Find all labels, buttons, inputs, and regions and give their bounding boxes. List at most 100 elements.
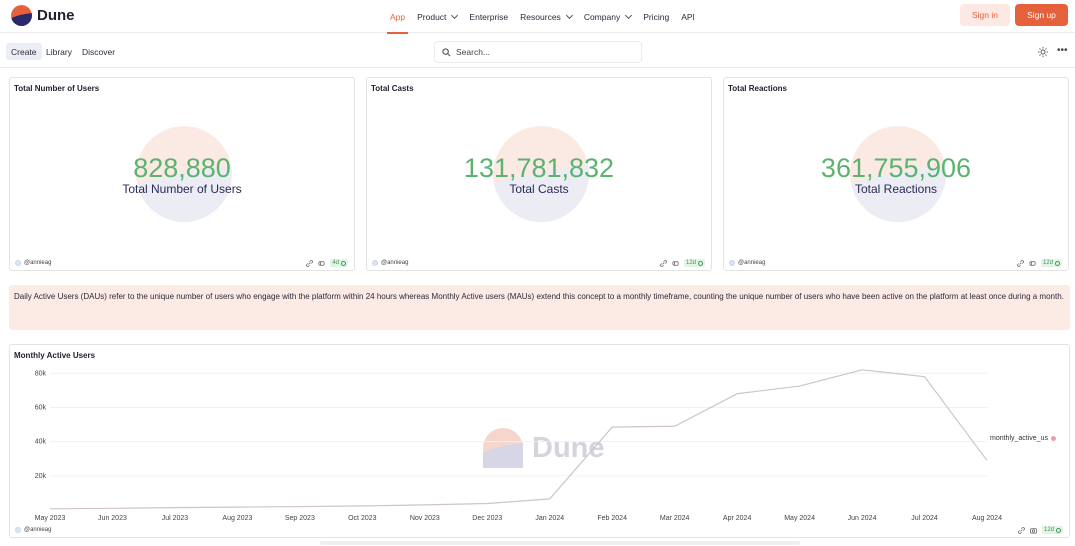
- link-icon[interactable]: [660, 259, 667, 267]
- card-title: Total Number of Users: [14, 84, 100, 93]
- main-nav: App Product Enterprise Resources Company Pric…: [386, 0, 695, 34]
- refresh-badge[interactable]: 12d: [1040, 259, 1062, 267]
- data-point[interactable]: [548, 497, 551, 500]
- counter-label: Total Number of Users: [122, 182, 242, 196]
- refresh-badge[interactable]: 4d: [330, 259, 348, 267]
- chart-legend[interactable]: monthly_active_us: [990, 435, 1056, 442]
- author[interactable]: @annieag: [15, 260, 51, 266]
- nav-item-enterprise[interactable]: Enterprise: [469, 0, 508, 33]
- data-point[interactable]: [611, 426, 614, 429]
- data-point[interactable]: [423, 503, 426, 506]
- card-meta: 12d: [1017, 259, 1062, 267]
- search-input[interactable]: [456, 47, 626, 57]
- database-icon[interactable]: [1029, 260, 1036, 267]
- data-point[interactable]: [798, 385, 801, 388]
- x-tick-label: Jun 2023: [98, 515, 127, 522]
- sub-navigation: Create Library Discover •••: [0, 36, 1075, 68]
- data-point[interactable]: [49, 507, 52, 510]
- author-name[interactable]: @annieag: [24, 260, 51, 266]
- y-tick-label: 80k: [35, 370, 47, 377]
- refresh-badge[interactable]: 12d: [1041, 526, 1063, 534]
- data-point[interactable]: [736, 392, 739, 395]
- x-tick-label: Sep 2023: [285, 515, 315, 522]
- sign-in-button[interactable]: Sign in: [960, 4, 1010, 26]
- author-name[interactable]: @annieag: [738, 260, 765, 266]
- data-point[interactable]: [111, 507, 114, 510]
- sun-icon[interactable]: [1038, 47, 1048, 57]
- x-tick-label: Jan 2024: [535, 515, 564, 522]
- check-icon: [1056, 527, 1061, 533]
- nav-item-resources[interactable]: Resources: [520, 0, 573, 33]
- more-icon[interactable]: •••: [1057, 45, 1068, 56]
- line-chart[interactable]: 20k 40k 60k 80k May 2023 Jun 2023 Jul 2023 Aug …: [10, 345, 1071, 539]
- card-meta: 4d: [306, 259, 348, 267]
- card-title: Total Reactions: [728, 84, 787, 93]
- counter-label: Total Reactions: [854, 182, 938, 196]
- link-icon[interactable]: [306, 259, 314, 267]
- nav-item-app[interactable]: App: [386, 0, 409, 34]
- author[interactable]: @annieag: [729, 260, 765, 266]
- nav-item-label: Enterprise: [469, 11, 509, 22]
- x-tick-label: Dec 2023: [472, 515, 502, 522]
- link-icon[interactable]: [1017, 259, 1024, 267]
- refresh-badge[interactable]: 12d: [683, 259, 705, 267]
- y-tick-label: 40k: [35, 439, 47, 446]
- chevron-down-icon: [451, 11, 459, 19]
- data-point[interactable]: [673, 425, 676, 428]
- card-meta: 12d: [660, 259, 705, 267]
- y-tick-label: 20k: [35, 473, 47, 480]
- series-line-monthly_active_us[interactable]: [49, 369, 988, 510]
- data-point[interactable]: [298, 505, 301, 508]
- search-box[interactable]: [434, 41, 642, 63]
- x-tick-label: Mar 2024: [660, 515, 690, 522]
- nav-item-label: Pricing: [643, 11, 670, 22]
- database-icon[interactable]: [672, 260, 679, 267]
- x-tick-label: Jun 2024: [848, 515, 877, 522]
- link-icon[interactable]: [1018, 526, 1025, 534]
- counter-card-casts: Total Casts 131,781,832 Total Casts @ann…: [366, 77, 712, 271]
- author[interactable]: @annieag: [372, 260, 408, 266]
- data-point[interactable]: [861, 368, 864, 371]
- nav-item-label: Company: [583, 11, 621, 22]
- data-point[interactable]: [986, 459, 989, 462]
- counter-card-reactions: Total Reactions 361,755,906 Total Reacti…: [723, 77, 1069, 271]
- x-tick-label: Oct 2023: [348, 515, 377, 522]
- author-name[interactable]: @annieag: [24, 527, 51, 533]
- counter-value: 361,755,906: [820, 153, 972, 183]
- sign-up-button[interactable]: Sign up: [1015, 4, 1068, 26]
- data-point[interactable]: [173, 506, 176, 509]
- data-point[interactable]: [923, 375, 926, 378]
- counter-value: 828,880: [133, 153, 231, 183]
- nav-item-product[interactable]: Product: [417, 0, 459, 33]
- avatar: [729, 260, 735, 266]
- check-icon: [698, 260, 703, 266]
- nav-item-label: API: [681, 11, 695, 22]
- author-name[interactable]: @annieag: [381, 260, 408, 266]
- data-point[interactable]: [486, 502, 489, 505]
- brand-name[interactable]: Dune: [37, 7, 75, 24]
- top-navigation: Dune App Product Enterprise Resources Compan…: [0, 0, 1075, 34]
- badge-text: 4d: [332, 260, 339, 266]
- avatar: [15, 527, 21, 533]
- nav-item-company[interactable]: Company: [583, 0, 633, 33]
- x-tick-label: Apr 2024: [723, 515, 752, 522]
- x-tick-label: Feb 2024: [597, 515, 627, 522]
- dune-logo-icon[interactable]: [11, 5, 32, 26]
- camera-icon[interactable]: [1030, 527, 1037, 534]
- tab-discover[interactable]: Discover: [77, 43, 120, 60]
- data-point[interactable]: [236, 506, 239, 509]
- tab-library[interactable]: Library: [41, 43, 77, 60]
- data-point[interactable]: [361, 504, 364, 507]
- counter-label: Total Casts: [509, 182, 569, 196]
- chart-card-monthly-active-users: Monthly Active Users Dune 20k 40k 60k 80k Ma…: [9, 344, 1070, 538]
- nav-item-api[interactable]: API: [681, 0, 695, 33]
- author[interactable]: @annieag: [15, 527, 51, 533]
- card-meta: 12d: [1018, 526, 1063, 534]
- nav-item-pricing[interactable]: Pricing: [643, 0, 669, 33]
- legend-swatch: [1050, 436, 1056, 441]
- database-icon[interactable]: [318, 260, 325, 267]
- horizontal-scrollbar[interactable]: [320, 541, 800, 545]
- y-tick-label: 60k: [35, 404, 47, 411]
- nav-item-label: Resources: [520, 11, 561, 22]
- tab-create[interactable]: Create: [6, 43, 42, 60]
